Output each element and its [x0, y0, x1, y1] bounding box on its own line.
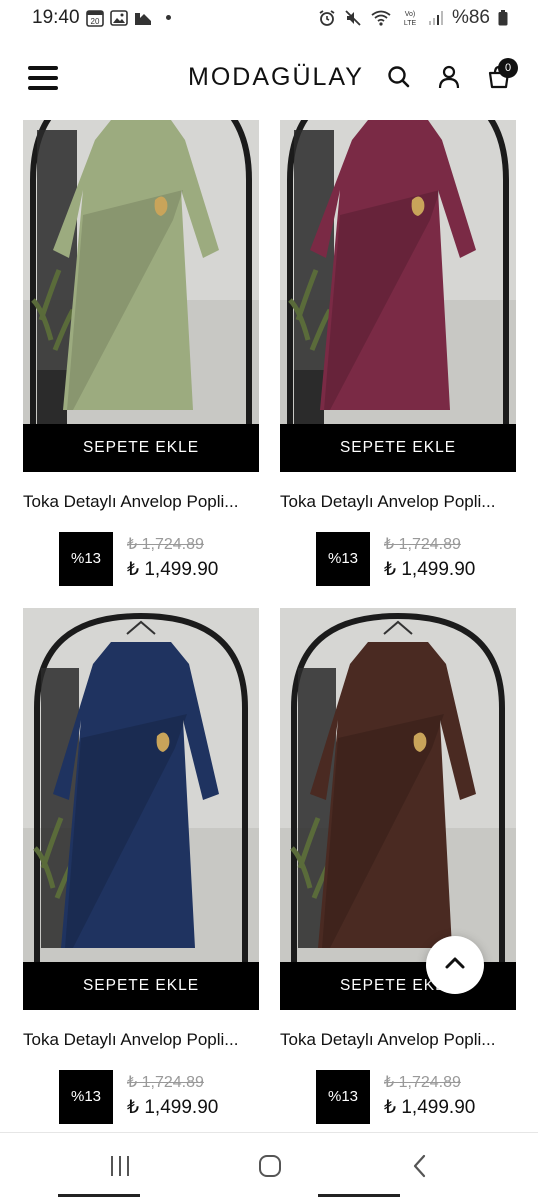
new-price: ₺ 1,499.90 — [384, 1097, 476, 1118]
product-title[interactable]: Toka Detaylı Anvelop Popli... — [23, 492, 263, 512]
svg-text:Vo): Vo) — [405, 11, 416, 18]
system-nav-bar — [0, 1132, 538, 1200]
product-title[interactable]: Toka Detaylı Anvelop Popli... — [280, 1030, 520, 1050]
signal-icon — [428, 10, 444, 26]
status-bar: 19:40 20 Vo) LTE %86 — [0, 0, 538, 36]
old-price: ₺ 1,724.89 — [384, 1074, 461, 1091]
mute-icon — [344, 9, 362, 27]
user-icon[interactable] — [436, 64, 462, 90]
product-image[interactable] — [23, 120, 259, 424]
new-price: ₺ 1,499.90 — [127, 559, 219, 580]
new-price: ₺ 1,499.90 — [384, 559, 476, 580]
discount-badge: %13 — [316, 1070, 370, 1124]
product-image[interactable] — [280, 120, 516, 424]
new-price: ₺ 1,499.90 — [127, 1097, 219, 1118]
photo-icon — [134, 9, 152, 26]
brand-logo[interactable]: MODAGÜLAY — [188, 63, 364, 92]
site-header: MODAGÜLAY 0 — [0, 36, 538, 120]
chevron-up-icon — [444, 956, 466, 975]
discount-badge: %13 — [59, 1070, 113, 1124]
product-title[interactable]: Toka Detaylı Anvelop Popli... — [23, 1030, 263, 1050]
nav-indicator — [318, 1194, 400, 1197]
product-title[interactable]: Toka Detaylı Anvelop Popli... — [280, 492, 520, 512]
old-price: ₺ 1,724.89 — [127, 536, 204, 553]
volte-icon: Vo) LTE — [400, 8, 420, 28]
scroll-to-top-button[interactable] — [426, 936, 484, 994]
calendar-icon: 20 — [86, 9, 104, 27]
dot-icon — [166, 15, 171, 20]
discount-badge: %13 — [59, 532, 113, 586]
recent-apps-icon[interactable] — [100, 1151, 140, 1181]
add-to-cart-button[interactable]: SEPETE EKLE — [23, 424, 259, 472]
menu-icon[interactable] — [28, 66, 60, 90]
product-image[interactable] — [23, 608, 259, 962]
add-to-cart-button[interactable]: SEPETE EKLE — [23, 962, 259, 1010]
status-time: 19:40 — [32, 7, 80, 28]
svg-text:20: 20 — [91, 17, 100, 26]
battery-icon — [498, 10, 508, 26]
wifi-icon — [370, 9, 392, 27]
status-left-icons: 20 — [86, 9, 171, 27]
battery-text: %86 — [451, 7, 490, 28]
back-icon[interactable] — [400, 1151, 440, 1181]
alarm-icon — [318, 9, 336, 27]
old-price: ₺ 1,724.89 — [127, 1074, 204, 1091]
old-price: ₺ 1,724.89 — [384, 536, 461, 553]
home-icon[interactable] — [250, 1151, 290, 1181]
status-right-icons: Vo) LTE %86 — [318, 7, 508, 29]
discount-badge: %13 — [316, 532, 370, 586]
add-to-cart-button[interactable]: SEPETE EKLE — [280, 424, 516, 472]
search-icon[interactable] — [386, 64, 412, 90]
product-image[interactable] — [280, 608, 516, 962]
svg-text:LTE: LTE — [404, 20, 417, 27]
gallery-icon — [110, 9, 128, 26]
nav-indicator — [58, 1194, 140, 1197]
cart-count-badge: 0 — [498, 58, 518, 78]
